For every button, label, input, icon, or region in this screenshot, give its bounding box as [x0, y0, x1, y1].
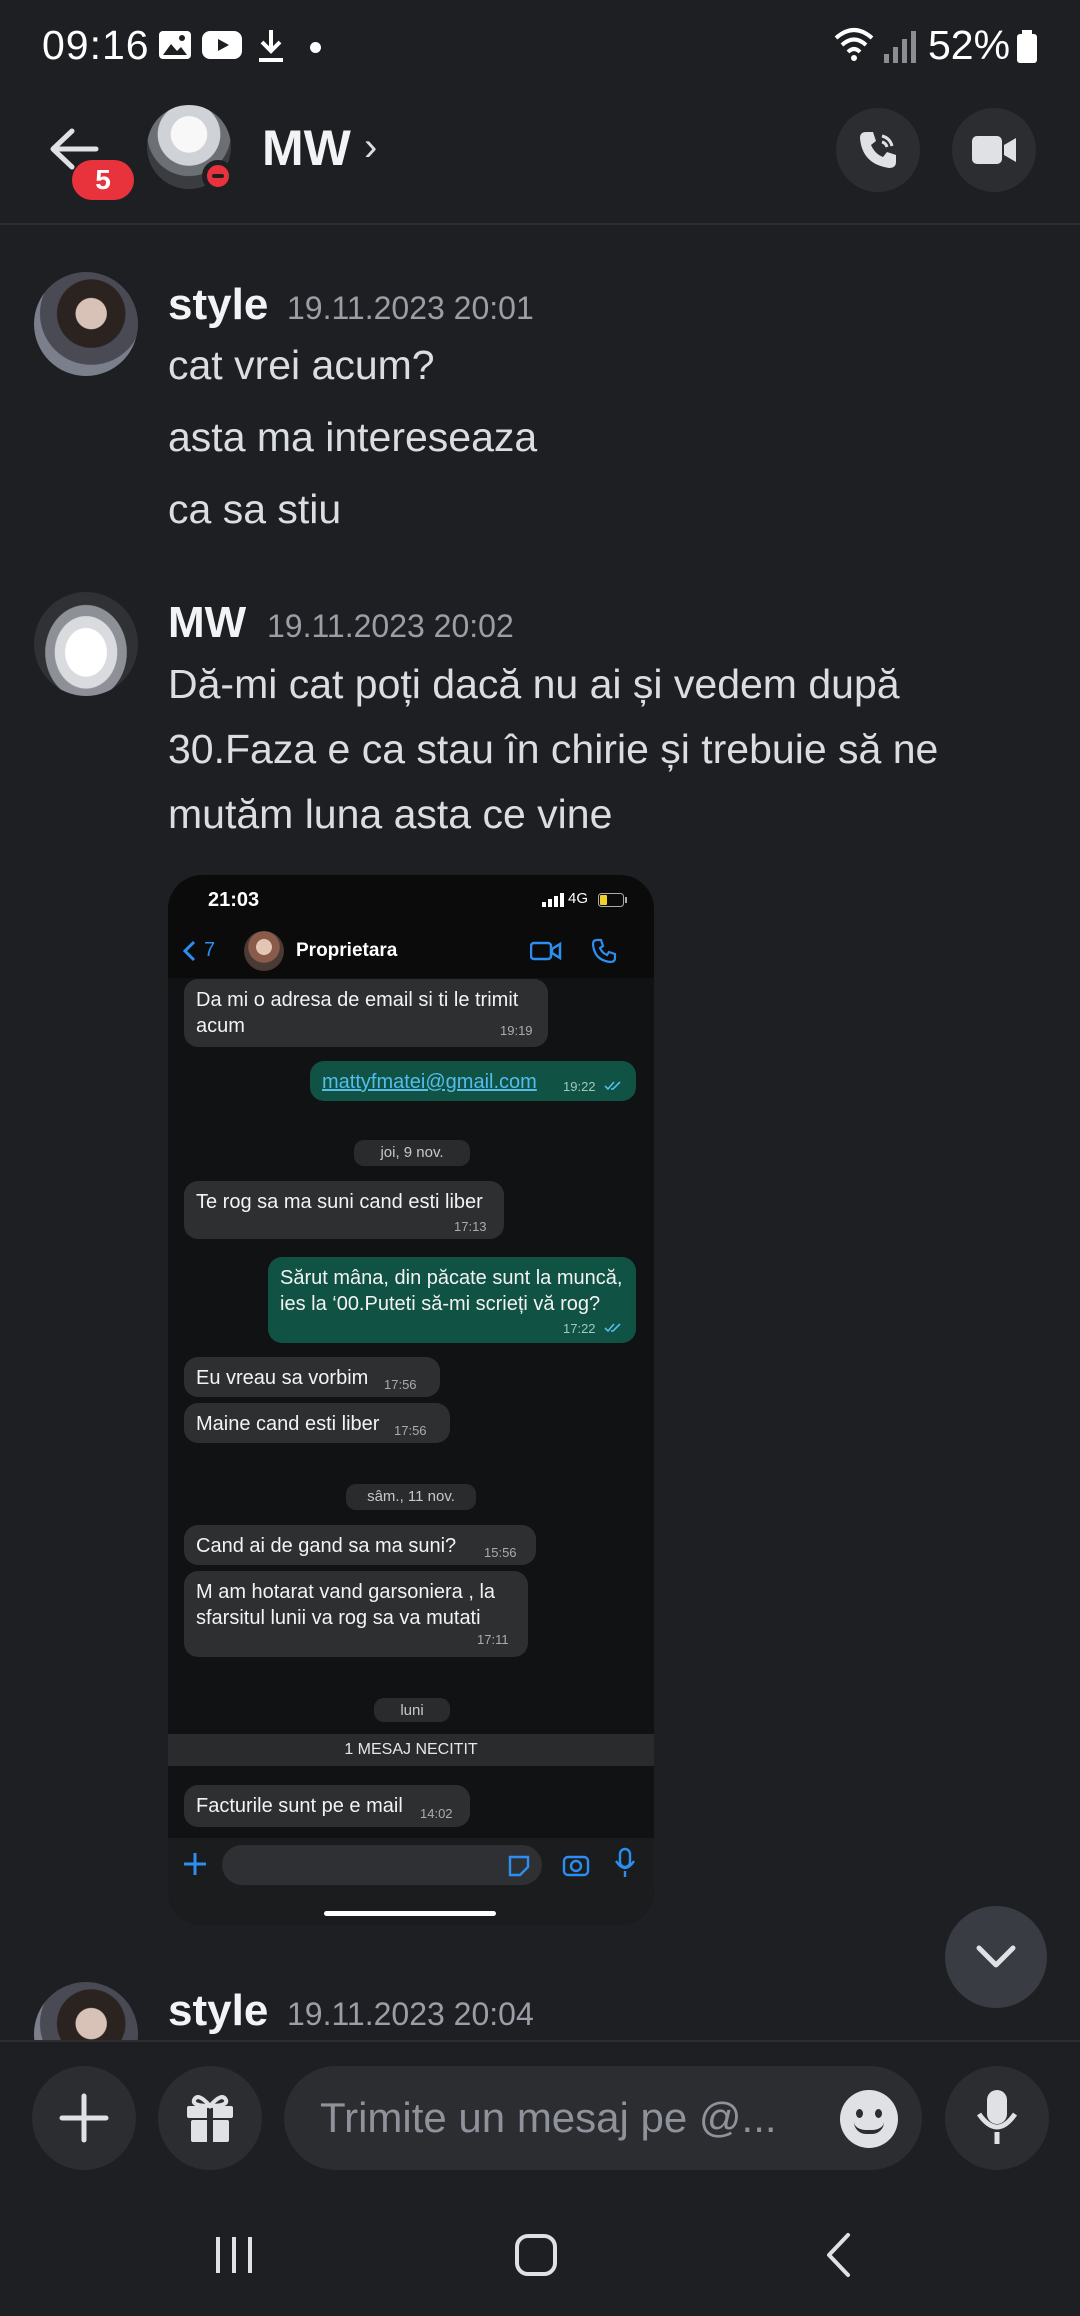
message-author[interactable]: style [168, 1986, 268, 2036]
wa-video-icon[interactable] [530, 941, 562, 961]
message-timestamp: 19.11.2023 20:04 [287, 1996, 534, 2032]
battery-percent: 52% [928, 22, 1011, 68]
wa-bubble-time: 17:56 [394, 1423, 427, 1438]
wa-contact-name[interactable]: Proprietara [296, 940, 397, 962]
wifi-icon [834, 28, 874, 61]
back-icon[interactable] [822, 2231, 856, 2279]
home-icon[interactable] [514, 2233, 558, 2277]
wa-unread-banner: 1 MESAJ NECITIT [168, 1734, 654, 1766]
wa-bubble-time: 17:11 [477, 1632, 509, 1647]
wa-bubble: Da mi o adresa de email si ti le trimit … [184, 979, 548, 1047]
gift-icon [187, 2095, 233, 2142]
wa-phone-icon[interactable] [591, 938, 617, 964]
message-text: 30.Faza e ca stau în chirie și trebuie s… [168, 726, 939, 772]
message-input-placeholder: Trimite un mesaj pe @... [320, 2094, 777, 2141]
wa-bubble-time: 19:22 [563, 1079, 596, 1094]
battery-icon [1017, 30, 1037, 63]
phone-icon [860, 132, 896, 168]
wa-battery-icon [598, 893, 627, 907]
plus-icon [59, 2093, 109, 2143]
voice-call-button[interactable] [836, 108, 920, 192]
video-camera-icon [972, 136, 1016, 164]
system-navigation-bar [0, 2195, 1080, 2316]
wa-contact-avatar[interactable] [244, 931, 284, 971]
chat-header: 5 MW › [0, 95, 1080, 225]
read-check-icon [604, 1323, 621, 1333]
wa-bubble-time: 17:56 [384, 1377, 417, 1392]
message-text: Dă-mi cat poți dacă nu ai și vedem după [168, 661, 900, 707]
wa-back-icon[interactable] [182, 939, 198, 963]
wa-network: 4G [568, 890, 589, 907]
wa-mic-icon[interactable] [614, 1847, 636, 1879]
youtube-icon [202, 31, 242, 59]
wa-date-pill: luni [374, 1698, 450, 1722]
wa-camera-icon[interactable] [562, 1851, 590, 1877]
wa-bubble-time: 19:19 [500, 1023, 533, 1038]
wa-plus-icon[interactable] [180, 1849, 210, 1879]
voice-message-button[interactable] [945, 2066, 1049, 2170]
message-input[interactable]: Trimite un mesaj pe @... [284, 2066, 922, 2170]
wa-home-indicator [324, 1911, 496, 1916]
avatar-style[interactable] [34, 272, 138, 376]
wa-bubble-time: 15:56 [484, 1545, 517, 1560]
wa-status-time: 21:03 [208, 889, 260, 911]
wa-bubble-time: 17:13 [454, 1219, 487, 1234]
wa-sticker-icon[interactable] [506, 1853, 532, 1879]
unread-badge: 5 [72, 160, 134, 200]
message-timestamp: 19.11.2023 20:02 [267, 608, 514, 644]
wa-signal-icon [542, 893, 564, 907]
status-bar: 09:16 52% [0, 0, 1080, 95]
wa-bubble-time: 14:02 [420, 1806, 453, 1821]
contact-name[interactable]: MW [262, 119, 351, 177]
gift-button[interactable] [158, 2066, 262, 2170]
wa-back-count[interactable]: 7 [204, 939, 215, 962]
video-call-button[interactable] [952, 108, 1036, 192]
status-time: 09:16 [42, 22, 150, 68]
gallery-icon [159, 31, 191, 59]
message-author[interactable]: MW [168, 598, 246, 648]
wa-date-pill: sâm., 11 nov. [346, 1484, 476, 1510]
emoji-icon[interactable] [840, 2090, 898, 2148]
wa-date-pill: joi, 9 nov. [354, 1140, 470, 1166]
download-icon [259, 30, 283, 62]
read-check-icon [604, 1081, 621, 1091]
message-author[interactable]: style [168, 280, 268, 330]
chevron-right-icon[interactable]: › [364, 125, 377, 170]
avatar-mw[interactable] [34, 592, 138, 696]
message-group: style 19.11.2023 20:04 [0, 1960, 1080, 2040]
add-attachment-button[interactable] [32, 2066, 136, 2170]
message-text: asta ma intereseaza [168, 414, 538, 460]
dnd-status-icon [202, 160, 234, 192]
microphone-icon [976, 2090, 1018, 2144]
message-timestamp: 19.11.2023 20:01 [287, 290, 534, 326]
recent-apps-icon[interactable] [212, 2235, 256, 2275]
signal-icon [884, 31, 916, 63]
message-text: mutăm luna asta ce vine [168, 791, 613, 837]
avatar-style[interactable] [34, 1982, 138, 2040]
message-text: cat vrei acum? [168, 342, 435, 388]
message-text: ca sa stiu [168, 486, 342, 532]
message-composer: Trimite un mesaj pe @... [0, 2040, 1080, 2195]
wa-message-input[interactable] [222, 1845, 542, 1885]
image-attachment[interactable]: 21:03 4G 7 Proprietara Da mi o adresa de… [168, 875, 654, 1925]
wa-bubble-time: 17:22 [563, 1321, 596, 1336]
notification-dot-icon [310, 42, 321, 53]
